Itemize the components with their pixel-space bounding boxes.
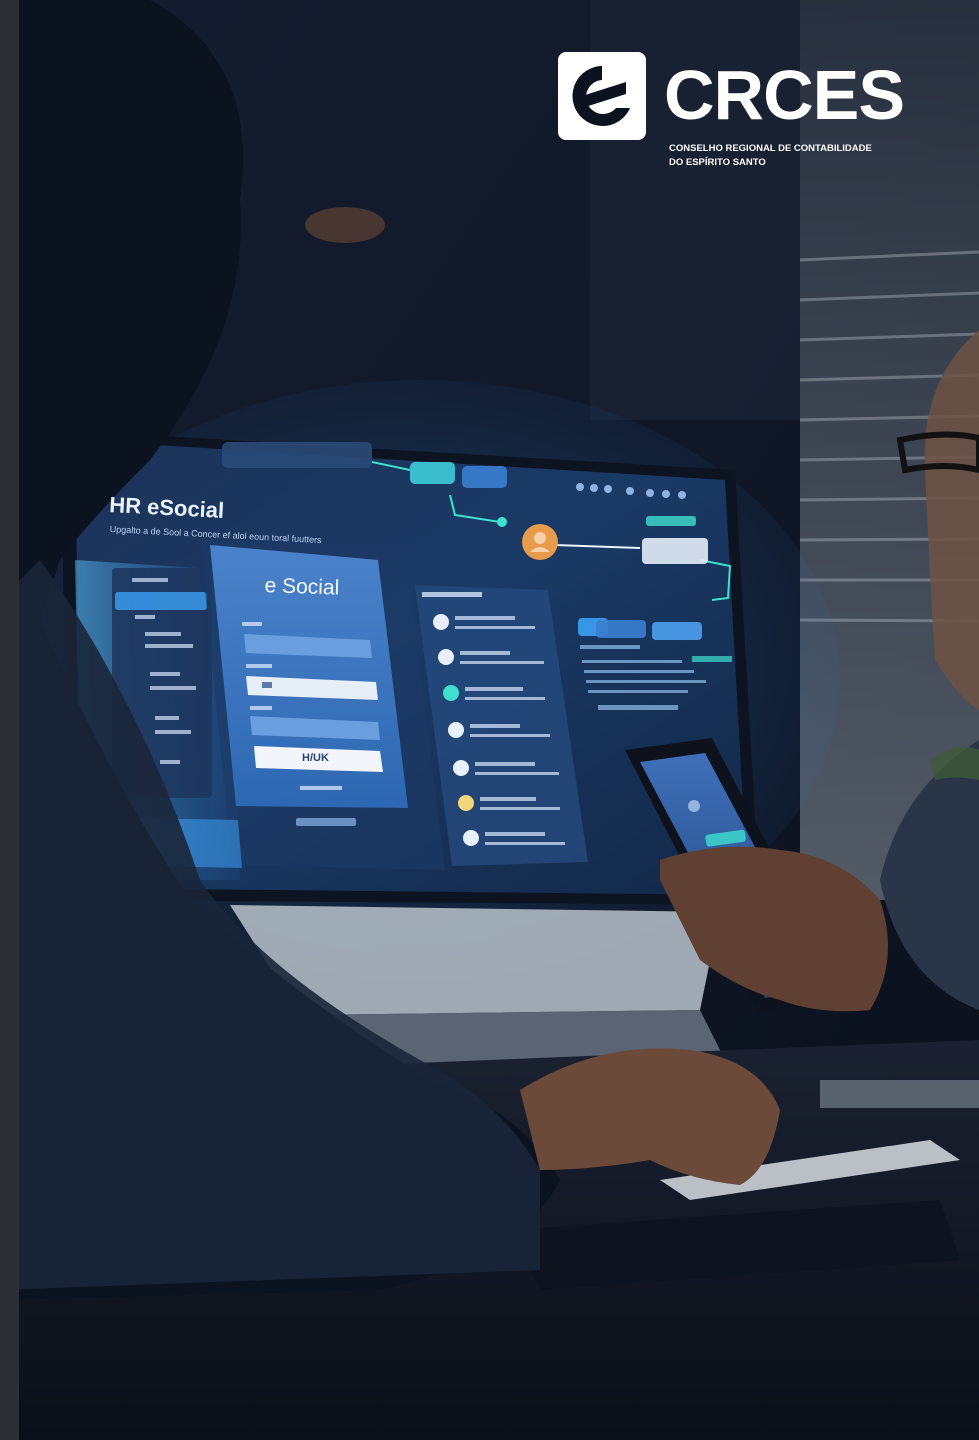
brand-name: CRCES xyxy=(664,56,905,134)
brand-subtitle-line-1: CONSELHO REGIONAL DE CONTABILIDADE xyxy=(669,143,872,154)
crces-logo-icon xyxy=(558,52,646,140)
brand-subtitle-line-2: DO ESPÍRITO SANTO xyxy=(669,157,766,168)
login-button-label: H/UK xyxy=(302,752,329,764)
photo-scene: HR eSocial Upgalto a de Sool a Concer ef… xyxy=(0,0,979,1440)
left-edge-bar xyxy=(0,0,19,1440)
scene-illustration xyxy=(0,0,979,1440)
login-card-title: e Social xyxy=(264,574,340,600)
crces-logo: CRCES CONSELHO REGIONAL DE CONTABILIDADE… xyxy=(556,52,905,182)
